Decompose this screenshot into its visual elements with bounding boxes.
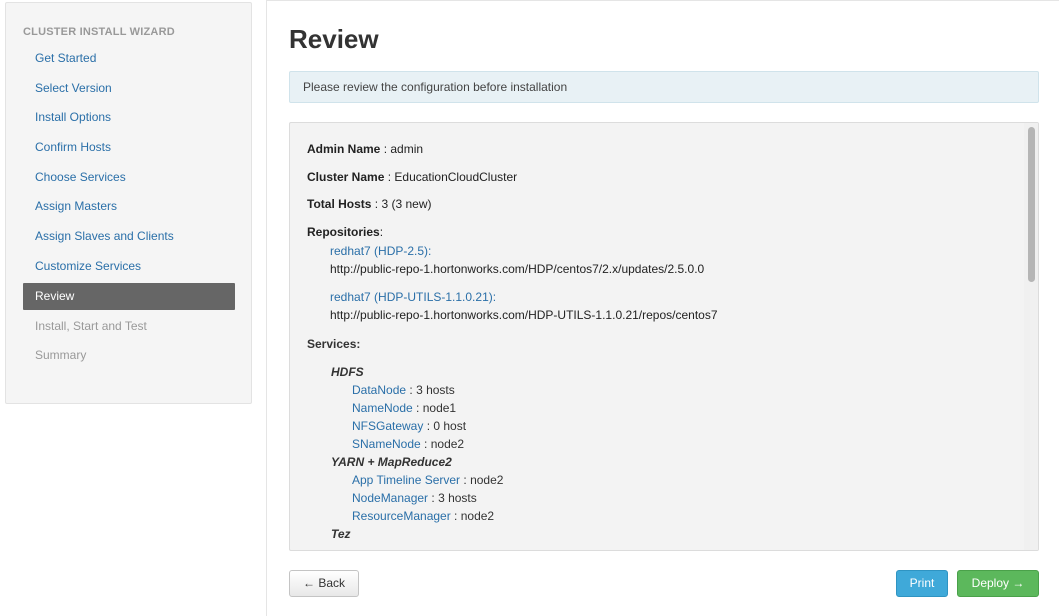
component-value: node2 <box>470 472 504 487</box>
review-content: Admin Name : admin Cluster Name : Educat… <box>307 140 1022 543</box>
cluster-name-value: EducationCloudCluster <box>394 169 518 184</box>
nav-item-review[interactable]: Review <box>23 282 235 310</box>
main-top-border <box>266 0 1059 1</box>
service-hdfs-title: HDFS <box>331 364 364 379</box>
service-component-row: NFSGateway : 0 host <box>352 418 467 433</box>
scrollbar-thumb[interactable] <box>1028 127 1035 282</box>
wizard-nav: Get Started Select Version Install Optio… <box>23 44 235 371</box>
service-component-row: DataNode : 3 hosts <box>352 382 455 397</box>
repository-item: redhat7 (HDP-2.5): http://public-repo-1.… <box>330 243 1022 279</box>
nav-item-select-version[interactable]: Select Version <box>23 74 235 104</box>
nav-item-summary: Summary <box>35 348 87 363</box>
component-name: NodeManager <box>352 490 429 505</box>
component-name: NameNode <box>352 400 413 415</box>
service-tez-title: Tez <box>331 526 351 541</box>
component-value: node1 <box>422 400 457 415</box>
component-value: node2 <box>430 436 465 451</box>
admin-name-label: Admin Name <box>307 142 381 156</box>
page-title: Review <box>289 24 379 54</box>
main-divider <box>266 0 267 616</box>
review-panel[interactable]: Admin Name : admin Cluster Name : Educat… <box>289 122 1039 551</box>
nav-item-install-start-test: Install, Start and Test <box>35 318 147 333</box>
nav-item-customize-services[interactable]: Customize Services <box>23 252 235 282</box>
services-label: Services: <box>307 336 361 351</box>
component-name: App Timeline Server <box>352 472 461 487</box>
component-name: ResourceManager <box>352 508 451 523</box>
component-value: 0 host <box>433 418 467 433</box>
component-name: SNameNode <box>352 436 421 451</box>
back-button[interactable]: ← Back <box>289 570 359 597</box>
review-scrollbar[interactable] <box>1024 123 1038 550</box>
nav-item-get-started[interactable]: Get Started <box>23 44 235 74</box>
component-name: NFSGateway <box>352 418 424 433</box>
component-name: DataNode <box>352 382 407 397</box>
admin-name-value: admin <box>390 142 424 156</box>
cluster-name-row: Cluster Name : EducationCloudCluster <box>307 169 518 184</box>
component-value: node2 <box>460 508 495 523</box>
review-alert: Please review the configuration before i… <box>289 71 1039 103</box>
repositories-row: Repositories: <box>307 224 384 239</box>
service-component-row: NameNode : node1 <box>352 400 457 415</box>
service-component-row: SNameNode : node2 <box>352 436 465 451</box>
service-component-row: ResourceManager : node2 <box>352 508 495 523</box>
total-hosts-row: Total Hosts : 3 (3 new) <box>307 197 432 212</box>
service-yarn-title: YARN + MapReduce2 <box>331 454 452 469</box>
cluster-name-label: Cluster Name <box>307 169 385 184</box>
nav-item-assign-slaves-clients[interactable]: Assign Slaves and Clients <box>23 222 235 252</box>
service-component-row: App Timeline Server : node2 <box>352 472 504 487</box>
repository-url: http://public-repo-1.hortonworks.com/HDP… <box>330 307 718 322</box>
print-button[interactable]: Print <box>896 570 948 597</box>
sidebar-title: CLUSTER INSTALL WIZARD <box>23 26 175 38</box>
deploy-button[interactable]: Deploy → <box>957 570 1039 597</box>
component-value: 3 hosts <box>416 382 455 397</box>
wizard-sidebar: CLUSTER INSTALL WIZARD Get Started Selec… <box>5 2 252 404</box>
nav-item-install-options[interactable]: Install Options <box>23 103 235 133</box>
admin-name-row: Admin Name : admin <box>307 142 424 156</box>
repository-url: http://public-repo-1.hortonworks.com/HDP… <box>330 261 705 276</box>
nav-item-assign-masters[interactable]: Assign Masters <box>23 192 235 222</box>
service-component-row: NodeManager : 3 hosts <box>352 490 477 505</box>
repository-item: redhat7 (HDP-UTILS-1.1.0.21): http://pub… <box>330 289 1022 325</box>
component-value: 3 hosts <box>438 490 477 505</box>
repository-name-link[interactable]: redhat7 (HDP-UTILS-1.1.0.21): <box>330 289 1022 306</box>
total-hosts-label: Total Hosts <box>307 197 372 212</box>
nav-item-confirm-hosts[interactable]: Confirm Hosts <box>23 133 235 163</box>
nav-item-choose-services[interactable]: Choose Services <box>23 163 235 193</box>
repositories-label: Repositories <box>307 224 380 239</box>
repository-list: redhat7 (HDP-2.5): http://public-repo-1.… <box>307 243 1022 325</box>
total-hosts-value: 3 (3 new) <box>381 197 432 212</box>
repository-name-link[interactable]: redhat7 (HDP-2.5): <box>330 243 1022 260</box>
